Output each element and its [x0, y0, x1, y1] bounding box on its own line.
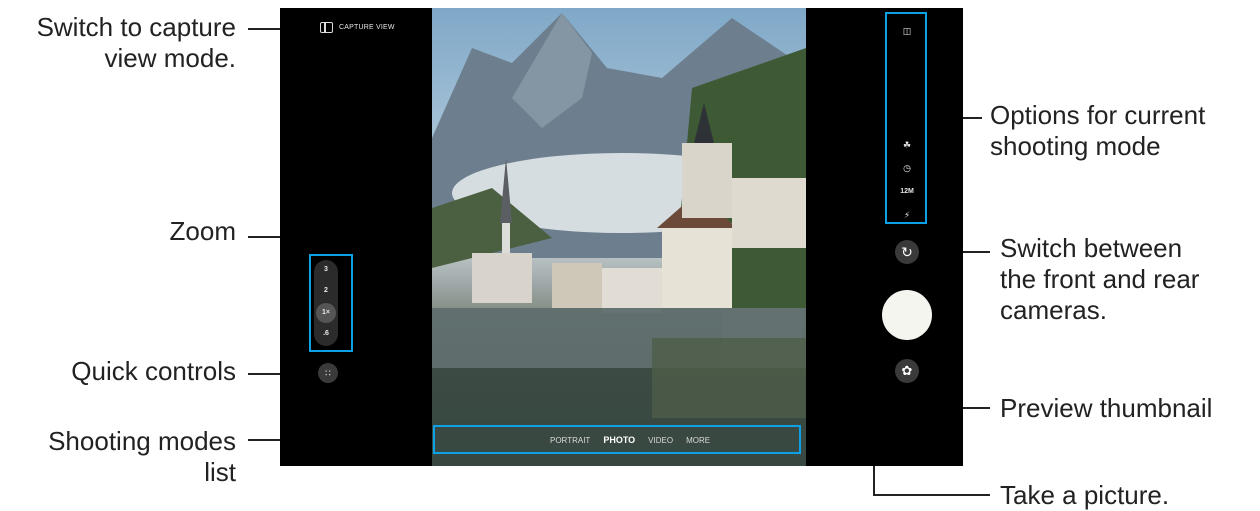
callout-options-line1: Options for current [990, 100, 1206, 130]
capture-view-button[interactable]: CAPTURE VIEW [320, 22, 395, 33]
switch-camera-button[interactable]: ↻ [895, 240, 919, 264]
thumbnail-icon: ✿ [901, 363, 913, 378]
camera-screen: PORTRAIT PHOTO VIDEO MORE CAPTURE VIEW 3… [280, 8, 963, 466]
callout-zoom: Zoom [169, 216, 236, 246]
callout-switch-line2: the front and rear [1000, 264, 1200, 294]
callout-take-picture: Take a picture. [1000, 480, 1170, 510]
viewfinder-preview[interactable]: PORTRAIT PHOTO VIDEO MORE [432, 8, 806, 466]
highlight-modes [433, 425, 801, 454]
highlight-zoom [309, 254, 353, 352]
preview-thumbnail[interactable]: ✿ [895, 359, 919, 383]
callout-switch-camera: Switch between the front and rear camera… [1000, 233, 1260, 326]
landscape-image [432, 13, 806, 466]
callout-options: Options for current shooting mode [990, 100, 1260, 162]
callout-modes: Shooting modes list [0, 426, 236, 488]
quick-controls-button[interactable]: ∷ [318, 363, 338, 383]
shutter-button[interactable] [882, 290, 932, 340]
callout-switch-line1: Switch between [1000, 233, 1183, 263]
callout-capture-view: Switch to capture view mode. [0, 12, 236, 74]
capture-view-icon [320, 22, 333, 33]
callout-capture-view-line1: Switch to capture [36, 12, 236, 42]
capture-view-label: CAPTURE VIEW [339, 24, 395, 31]
switch-camera-icon: ↻ [901, 244, 913, 260]
callout-preview-thumbnail: Preview thumbnail [1000, 393, 1213, 423]
highlight-options [885, 12, 927, 224]
callout-modes-line1: Shooting modes [48, 426, 236, 456]
callout-options-line2: shooting mode [990, 131, 1161, 161]
quick-controls-icon: ∷ [325, 368, 331, 378]
callout-capture-view-line2: view mode. [104, 43, 237, 73]
callout-quick-controls: Quick controls [71, 356, 236, 386]
callout-switch-line3: cameras. [1000, 295, 1107, 325]
callout-modes-line2: list [204, 457, 236, 487]
leader-take-picture [873, 494, 990, 496]
